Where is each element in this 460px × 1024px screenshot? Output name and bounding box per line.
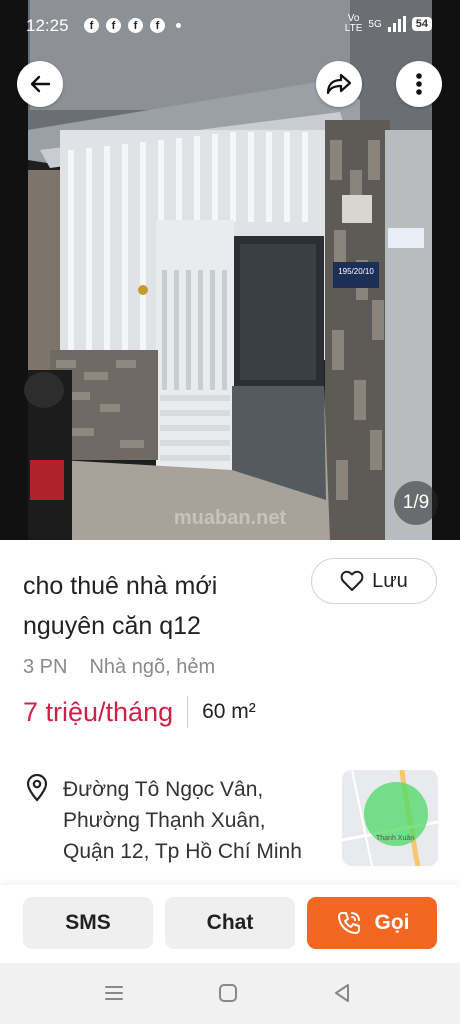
facebook-icon: f (150, 18, 165, 33)
call-label: Gọi (374, 911, 410, 934)
property-type: Nhà ngõ, hẻm (89, 656, 216, 678)
house-number-plate: 195/20/10 (338, 267, 374, 276)
facebook-icon: f (106, 18, 121, 33)
price-row: 7 triệu/tháng 60 m² (23, 696, 256, 728)
home-icon[interactable] (216, 981, 240, 1005)
chat-button[interactable]: Chat (165, 897, 295, 949)
share-arrow-icon (326, 73, 352, 95)
listing-address: Đường Tô Ngọc Vân, Phường Thạnh Xuân, Qu… (63, 778, 302, 863)
listing-title: cho thuê nhà mới nguyên căn q12 (23, 572, 218, 640)
listing-price: 7 triệu/tháng (23, 696, 174, 727)
back-button[interactable] (17, 61, 63, 107)
listing-photo[interactable]: 195/20/10 muaban.net 12:25 f f f f Vo LT… (0, 0, 460, 540)
heart-icon (340, 570, 364, 591)
call-button[interactable]: Gọi (307, 897, 437, 949)
sms-label: SMS (65, 911, 111, 934)
listing-meta: 3 PN Nhà ngõ, hẻm (23, 656, 215, 679)
status-time: 12:25 (26, 16, 69, 35)
photo-counter: 1/9 (394, 481, 438, 525)
phone-ringing-icon (337, 912, 360, 934)
more-notifications-dot (176, 23, 181, 28)
bedroom-count: 3 PN (23, 656, 68, 678)
map-area-label: Thạnh Xuân (376, 835, 414, 842)
map-thumbnail[interactable]: Thạnh Xuân (342, 770, 438, 866)
recent-apps-icon[interactable] (102, 981, 126, 1005)
signal-icon (387, 16, 406, 32)
house-photo-image: 195/20/10 muaban.net (0, 0, 460, 540)
volte-indicator: Vo LTE (344, 13, 363, 34)
network-type: 5G (368, 18, 382, 30)
listing-area: 60 m² (202, 700, 256, 723)
share-button[interactable] (316, 61, 362, 107)
status-indicators: Vo LTE 5G 54 (345, 14, 432, 34)
status-bar: 12:25 f f f f Vo LTE 5G 54 (0, 0, 460, 50)
price-divider (187, 696, 189, 728)
battery-icon: 54 (411, 17, 432, 31)
notification-icons: f f f f (84, 18, 181, 33)
save-button[interactable]: Lưu (311, 558, 437, 604)
location-pin-icon (26, 774, 48, 802)
facebook-icon: f (84, 18, 99, 33)
back-triangle-icon[interactable] (330, 981, 354, 1005)
sms-button[interactable]: SMS (23, 897, 153, 949)
more-vertical-icon (416, 73, 422, 95)
photo-watermark: muaban.net (174, 507, 287, 529)
facebook-icon: f (128, 18, 143, 33)
arrow-left-icon (30, 75, 51, 93)
system-navigation-bar (0, 963, 460, 1024)
contact-action-bar: SMS Chat Gọi (0, 885, 460, 963)
save-label: Lưu (372, 569, 408, 592)
more-options-button[interactable] (396, 61, 442, 107)
chat-label: Chat (206, 911, 254, 934)
map-preview-image: Thạnh Xuân (342, 770, 438, 866)
